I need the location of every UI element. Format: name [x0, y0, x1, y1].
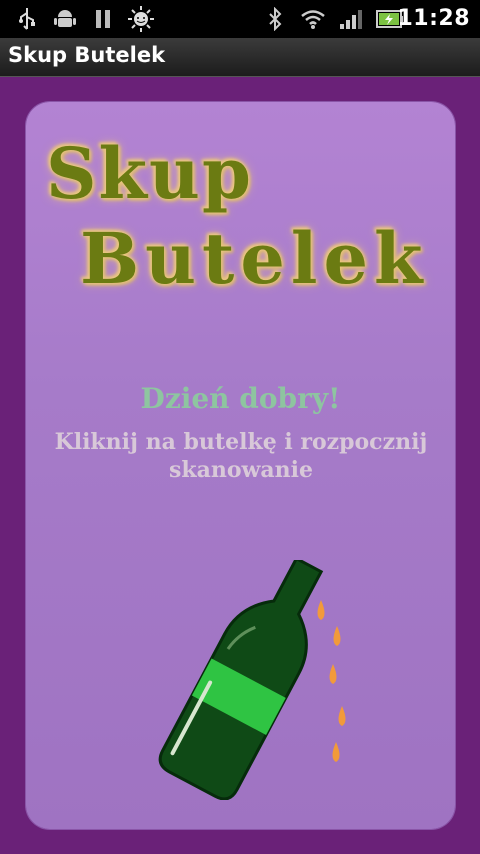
greeting-text: Dzień dobry! — [140, 382, 341, 415]
pause-icon — [90, 6, 116, 32]
instruction-text: Kliknij na butelkę i rozpocznij skanowan… — [54, 429, 428, 483]
usb-icon — [14, 6, 40, 32]
drops-icon — [317, 600, 346, 762]
app-logo: Skup Butelek — [40, 132, 440, 307]
bluetooth-icon — [262, 6, 288, 32]
wifi-icon — [300, 6, 326, 32]
sun-icon — [128, 6, 154, 32]
logo-line-2: Butelek — [80, 217, 429, 300]
app-title: Skup Butelek — [8, 43, 166, 67]
android-debug-icon — [52, 6, 78, 32]
bottle-icon — [158, 556, 346, 801]
main-card: Skup Butelek Dzień dobry! Kliknij na but… — [26, 102, 455, 829]
app-title-bar: Skup Butelek — [0, 38, 480, 77]
bottle-scan-button[interactable] — [126, 556, 386, 801]
logo-line-1: Skup — [46, 132, 253, 215]
signal-icon — [338, 6, 364, 32]
status-bar: 11:28 — [0, 0, 480, 38]
clock: 11:28 — [397, 6, 470, 31]
